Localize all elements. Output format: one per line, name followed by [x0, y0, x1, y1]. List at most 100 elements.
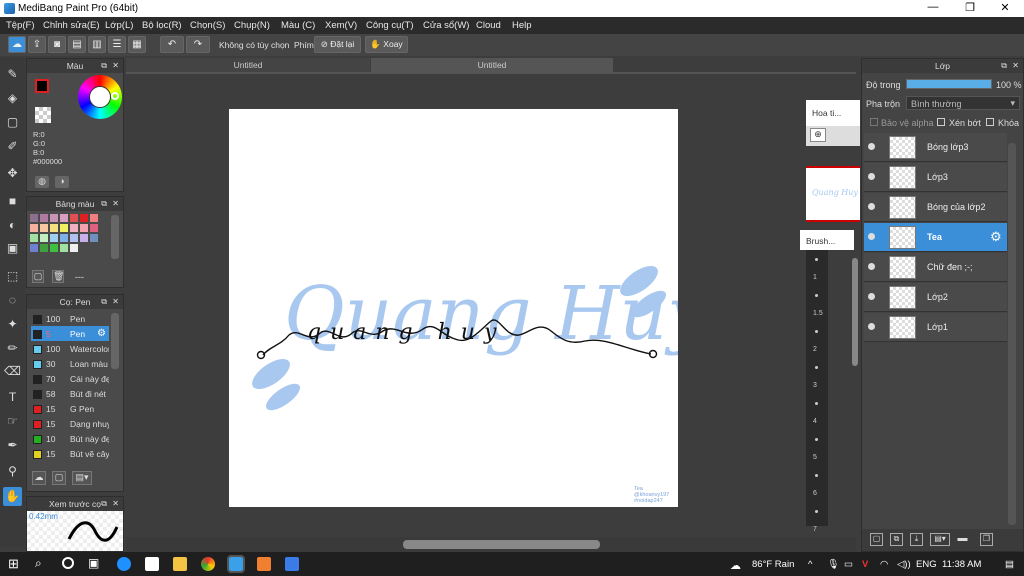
- microphone-icon[interactable]: 🎙: [827, 559, 839, 570]
- gear-icon[interactable]: ⚙: [97, 328, 106, 339]
- widgets-icon[interactable]: ▣: [88, 556, 99, 570]
- eye-icon[interactable]: [868, 143, 875, 150]
- clip-checkbox[interactable]: [937, 118, 945, 126]
- protect-alpha-checkbox[interactable]: [870, 118, 878, 126]
- document-tab-2[interactable]: Untitled: [371, 58, 613, 72]
- foreground-color-swatch[interactable]: [35, 79, 49, 93]
- page-icon[interactable]: ▥: [88, 36, 106, 53]
- brush-size-label[interactable]: 3: [813, 382, 817, 389]
- menu-filter[interactable]: Bộ lọc(R): [142, 20, 182, 31]
- gradient-tool-icon[interactable]: ▣: [3, 239, 22, 258]
- weather-text[interactable]: 86°F Rain: [752, 559, 794, 570]
- select-tool-icon[interactable]: ⬚: [3, 267, 22, 286]
- palette-swatch[interactable]: [80, 214, 88, 222]
- brush-size-dot[interactable]: [815, 330, 818, 333]
- rect-tool-icon[interactable]: ▢: [3, 113, 22, 132]
- layer-item[interactable]: Lớp1: [864, 313, 1007, 342]
- grid-icon[interactable]: ▦: [128, 36, 146, 53]
- palette-swatch[interactable]: [80, 224, 88, 232]
- palette-swatch[interactable]: [40, 224, 48, 232]
- layer-options-icon[interactable]: ▤▾: [930, 533, 950, 546]
- zoom-icon[interactable]: ⊕: [810, 128, 826, 142]
- palette-swatch[interactable]: [50, 214, 58, 222]
- brush-size-dot[interactable]: [815, 402, 818, 405]
- message-icon[interactable]: ▤: [68, 36, 86, 53]
- medibang-icon[interactable]: [227, 555, 245, 573]
- bucket-tool-icon[interactable]: ◐: [3, 216, 22, 235]
- search-icon[interactable]: ⌕: [35, 556, 42, 571]
- gear-icon[interactable]: ⚙: [990, 229, 1002, 245]
- operation-tool-icon[interactable]: ☞: [3, 412, 22, 431]
- close-panel-icon[interactable]: ✕: [112, 295, 119, 309]
- palette-swatch[interactable]: [70, 234, 78, 242]
- layers-scrollbar[interactable]: [1008, 143, 1016, 525]
- layer-item[interactable]: Tea ⚙: [864, 223, 1007, 252]
- close-panel-icon[interactable]: ✕: [112, 497, 119, 511]
- palette-swatch[interactable]: [70, 224, 78, 232]
- rotate-button[interactable]: ✋ Xoay: [365, 36, 408, 53]
- close-panel-icon[interactable]: ✕: [1012, 59, 1019, 73]
- palette-swatch[interactable]: [30, 234, 38, 242]
- brush-size-label[interactable]: 2: [813, 346, 817, 353]
- brush-scrollbar[interactable]: [111, 313, 119, 369]
- menu-cloud[interactable]: Cloud: [476, 20, 501, 31]
- color-mix-icon[interactable]: ◑: [55, 176, 69, 188]
- eye-icon[interactable]: [868, 263, 875, 270]
- volume-icon[interactable]: ◁)): [897, 559, 911, 570]
- brush-size-dot[interactable]: [815, 366, 818, 369]
- drawing-canvas[interactable]: Quang Huy quang huy Tea @khoanvy197 #noi…: [229, 109, 678, 507]
- popout-icon[interactable]: ⧉: [101, 497, 107, 511]
- transparent-color-swatch[interactable]: [35, 107, 51, 123]
- eye-icon[interactable]: [868, 203, 875, 210]
- brush-size-dot[interactable]: [815, 294, 818, 297]
- popout-icon[interactable]: ⧉: [101, 197, 107, 211]
- brush-size-label[interactable]: 6: [813, 490, 817, 497]
- close-panel-icon[interactable]: ✕: [112, 59, 119, 73]
- document-tab-1[interactable]: Untitled: [126, 58, 370, 72]
- brush-size-label[interactable]: 5: [813, 454, 817, 461]
- share-icon[interactable]: ⇪: [28, 36, 46, 53]
- edge-icon[interactable]: [117, 557, 131, 571]
- palette-swatch[interactable]: [40, 214, 48, 222]
- brush-size-dot[interactable]: [815, 474, 818, 477]
- lock-checkbox[interactable]: [986, 118, 994, 126]
- brush-item[interactable]: 70 Cái này đẹp: [31, 371, 109, 386]
- brush-item[interactable]: 30 Loan màu: [31, 356, 109, 371]
- layer-item[interactable]: Lớp3: [864, 163, 1007, 192]
- horizontal-scrollbar[interactable]: [403, 540, 600, 549]
- menu-view[interactable]: Xem(V): [325, 20, 357, 31]
- close-button[interactable]: ✕: [990, 1, 1020, 16]
- color-wheel-center[interactable]: [89, 86, 111, 108]
- materials-tab-1[interactable]: Hoa ti...: [806, 100, 860, 126]
- popout-icon[interactable]: ⧉: [101, 59, 107, 73]
- delete-palette-icon[interactable]: 🗑: [52, 270, 64, 283]
- copy-layer-icon[interactable]: ⧉: [890, 533, 903, 546]
- palette-swatch[interactable]: [80, 234, 88, 242]
- eye-icon[interactable]: [868, 323, 875, 330]
- palette-swatch[interactable]: [70, 244, 78, 252]
- brush-item[interactable]: 10 Bút này đẹp: [31, 431, 109, 446]
- hue-marker[interactable]: [111, 92, 119, 100]
- new-layer-icon[interactable]: ▢: [870, 533, 883, 546]
- new-palette-icon[interactable]: ▢: [32, 270, 44, 283]
- add-brush-icon[interactable]: ▢: [52, 471, 66, 485]
- brush-item[interactable]: 100 Watercolor: [31, 341, 109, 356]
- menu-edit[interactable]: Chỉnh sửa(E): [43, 20, 100, 31]
- layer-item[interactable]: Lớp2: [864, 283, 1007, 312]
- brush-item[interactable]: 100 Pen: [31, 311, 109, 326]
- brush-size-dot[interactable]: [815, 510, 818, 513]
- task-view-icon[interactable]: [62, 557, 74, 569]
- material-thumbnail[interactable]: Quang Huy: [806, 166, 860, 222]
- palette-swatch[interactable]: [50, 234, 58, 242]
- palette-swatch[interactable]: [60, 244, 68, 252]
- brush-item[interactable]: 15 G Pen: [31, 401, 109, 416]
- chrome-icon[interactable]: [201, 557, 215, 571]
- close-panel-icon[interactable]: ✕: [112, 197, 119, 211]
- blend-mode-select[interactable]: Bình thường ▾: [906, 96, 1020, 110]
- eyedropper-tool-icon[interactable]: ⚲: [3, 462, 22, 481]
- materials-scrollbar[interactable]: [852, 258, 858, 366]
- palette-swatch[interactable]: [50, 244, 58, 252]
- opacity-slider[interactable]: [906, 79, 992, 89]
- palette-swatch[interactable]: [90, 234, 98, 242]
- list-icon[interactable]: ☰: [108, 36, 126, 53]
